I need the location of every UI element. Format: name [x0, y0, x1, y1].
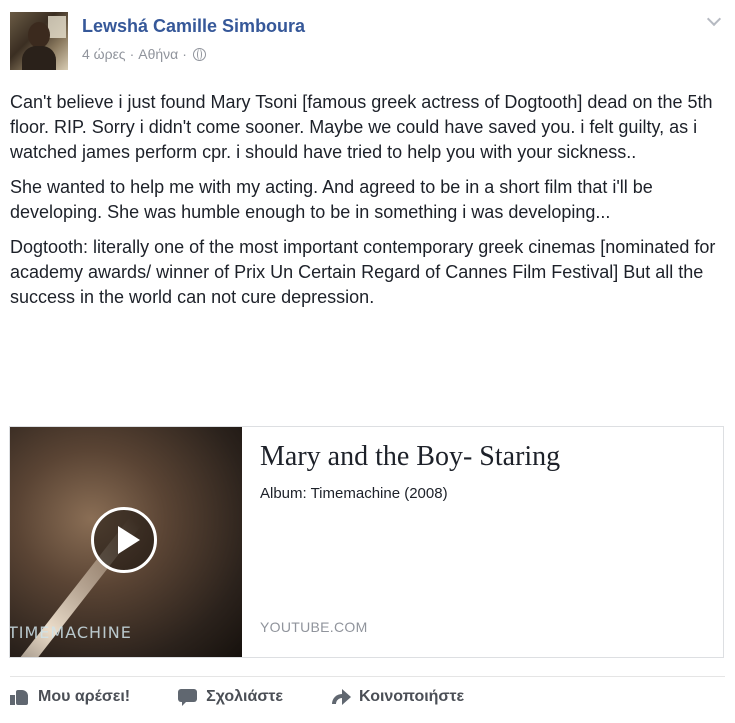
post-paragraph: Can't believe i just found Mary Tsoni [f… [10, 92, 713, 162]
play-icon[interactable] [91, 507, 157, 573]
link-title[interactable]: Mary and the Boy- Staring [260, 441, 560, 473]
avatar-face [28, 22, 50, 48]
meta-separator: · [182, 46, 187, 62]
like-button[interactable]: Μου αρέσει! [10, 688, 130, 706]
avatar-body [22, 46, 56, 70]
meta-separator: · [129, 46, 135, 62]
post-header: Lewshá Camille Simboura 4 ώρες · Αθήνα · [10, 12, 725, 72]
comment-icon [178, 688, 198, 706]
globe-icon[interactable] [192, 47, 206, 61]
comment-label: Σχολιάστε [206, 688, 283, 705]
post-time[interactable]: 4 ώρες [82, 46, 126, 62]
post-text: Can't believe i just found Mary Tsoni [f… [10, 90, 722, 320]
action-divider [10, 676, 725, 677]
thumbs-up-icon [10, 688, 30, 706]
comment-button[interactable]: Σχολιάστε [178, 688, 283, 706]
post-paragraph: She wanted to help me with my acting. An… [10, 177, 653, 222]
share-arrow-icon [331, 688, 351, 706]
link-preview-card[interactable]: TIMEMACHINE Mary and the Boy- Staring Al… [9, 426, 724, 658]
author-avatar[interactable] [10, 12, 68, 70]
post-actions: Μου αρέσει! Σχολιάστε Κοινοποιήστε [10, 688, 512, 706]
like-label: Μου αρέσει! [38, 688, 131, 705]
post-meta: 4 ώρες · Αθήνα · [82, 46, 206, 62]
share-button[interactable]: Κοινοποιήστε [331, 688, 464, 706]
link-description: Album: Timemachine (2008) [260, 485, 448, 502]
chevron-down-icon[interactable] [707, 14, 721, 28]
video-thumbnail[interactable]: TIMEMACHINE [10, 427, 242, 657]
link-domain: YOUTUBE.COM [260, 619, 368, 635]
thumbnail-caption: TIMEMACHINE [10, 623, 132, 642]
avatar-background [48, 16, 66, 38]
facebook-post: Lewshá Camille Simboura 4 ώρες · Αθήνα ·… [0, 0, 735, 723]
author-name[interactable]: Lewshá Camille Simboura [82, 16, 305, 37]
post-paragraph: Dogtooth: literally one of the most impo… [10, 237, 716, 307]
share-label: Κοινοποιήστε [359, 688, 465, 705]
post-location[interactable]: Αθήνα [138, 46, 178, 62]
